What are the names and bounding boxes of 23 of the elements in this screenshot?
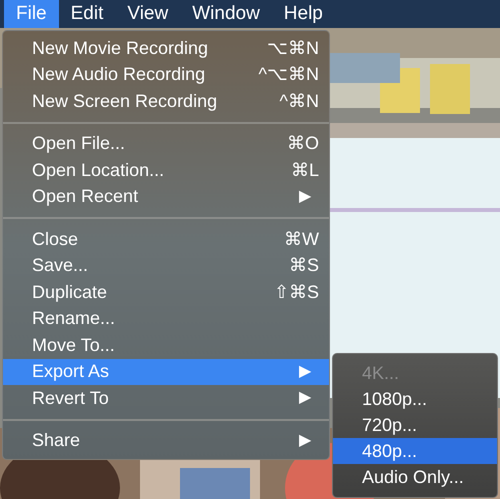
menu-item[interactable]: Revert To ▶ (3, 385, 329, 412)
menu-item[interactable]: New Audio Recording ^⌥⌘N (3, 62, 329, 88)
menu-bar-item[interactable]: Window (180, 0, 272, 28)
menu-item[interactable]: Open Recent ▶ (3, 184, 329, 210)
submenu-item[interactable]: 720p... (333, 412, 497, 438)
submenu-item[interactable]: Audio Only... (333, 464, 497, 490)
menu-bar-item[interactable]: Help (272, 0, 335, 28)
menu-item[interactable]: New Movie Recording ⌥⌘N (3, 35, 329, 62)
menu-item[interactable]: Close ⌘W (3, 226, 329, 252)
menu-item[interactable]: Rename... (3, 306, 329, 332)
menu-item[interactable]: Export As ▶ (3, 358, 329, 385)
menu-bar-item[interactable]: Edit (58, 0, 116, 28)
submenu-item[interactable]: 480p... (333, 438, 497, 464)
menu-bar-item[interactable]: File (4, 0, 59, 28)
menu-item[interactable]: Open Location... ⌘L (3, 157, 329, 184)
menu-bar-item[interactable]: View (115, 0, 180, 28)
menu-item[interactable]: Move To... (3, 332, 329, 358)
menu-item[interactable]: New Screen Recording ^⌘N (3, 88, 329, 114)
menu-item[interactable]: Save... ⌘S (3, 252, 329, 279)
menu-item[interactable]: Share ▶ (3, 428, 329, 454)
menu-item[interactable]: Duplicate ⇧⌘S (3, 279, 329, 306)
submenu-item[interactable]: 1080p... (333, 386, 497, 412)
menu-item[interactable]: Open File... ⌘O (3, 130, 329, 157)
